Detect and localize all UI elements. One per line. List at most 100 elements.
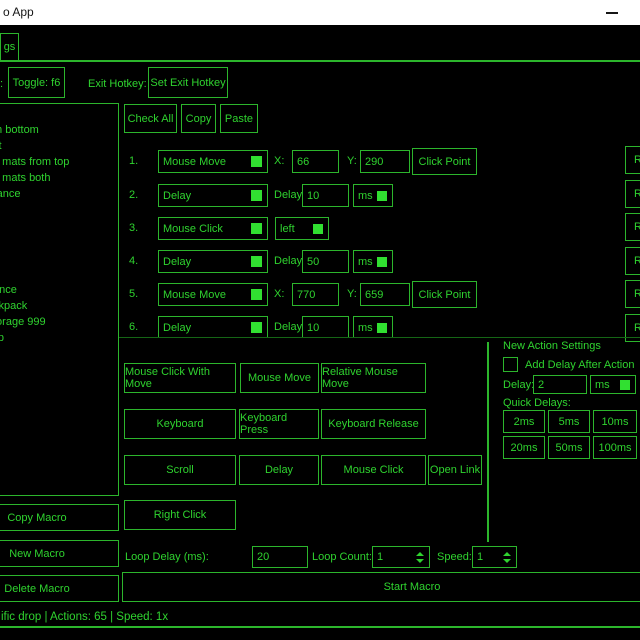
delay-button[interactable]: Delay — [239, 455, 319, 485]
nas-delay-input[interactable]: 2 — [533, 375, 587, 394]
dropdown-indicator-icon — [251, 289, 262, 300]
copy-macro-button[interactable]: Copy Macro — [0, 504, 119, 531]
delay-label: Delay — [274, 321, 302, 333]
remove-action-button[interactable]: R — [625, 280, 640, 308]
paste-label: Paste — [225, 113, 253, 125]
nas-delay-label: Delay: — [503, 379, 534, 391]
right-click-button[interactable]: Right Click — [124, 500, 236, 530]
action-type-dropdown[interactable]: Delay — [158, 184, 268, 207]
macro-list-item[interactable] — [0, 250, 105, 266]
nas-unit-dropdown[interactable]: ms — [590, 375, 636, 394]
mouse-move-button[interactable]: Mouse Move — [240, 363, 319, 393]
macro-list-item[interactable]: s — [0, 266, 105, 282]
relative-mouse-move-label: Relative Mouse Move — [322, 366, 425, 390]
toggle-hotkey-button[interactable]: Toggle: f6 — [8, 67, 65, 98]
set-exit-hotkey-button[interactable]: Set Exit Hotkey — [148, 67, 228, 98]
remove-action-button[interactable]: R — [625, 247, 640, 275]
x-input[interactable]: 770 — [292, 283, 339, 306]
quick-delay-50ms-button[interactable]: 50ms — [548, 436, 590, 459]
delay-input[interactable]: 50 — [302, 250, 349, 273]
action-type-dropdown[interactable]: Delay — [158, 250, 268, 273]
action-type-dropdown[interactable]: Delay — [158, 316, 268, 338]
open-link-button[interactable]: Open Link — [428, 455, 482, 485]
macro-list-item[interactable] — [0, 202, 105, 218]
quick-delay-10ms-button[interactable]: 10ms — [593, 410, 637, 433]
macro-list-item[interactable]: st — [0, 138, 105, 154]
x-input[interactable]: 66 — [292, 150, 339, 173]
quick-delay-label: 100ms — [598, 442, 631, 454]
click-point-button[interactable]: Click Point — [412, 281, 477, 308]
remove-action-button[interactable]: R — [625, 180, 640, 208]
open-link-label: Open Link — [430, 464, 480, 476]
x-label: X: — [274, 155, 284, 167]
quick-delay-label: 2ms — [514, 416, 535, 428]
start-macro-label: Start Macro — [384, 581, 441, 593]
unit-dropdown[interactable]: ms — [353, 184, 393, 207]
dropdown-indicator-icon — [377, 191, 387, 201]
remove-label: R — [634, 154, 640, 166]
add-delay-checkbox[interactable] — [503, 357, 518, 372]
keyboard-press-button[interactable]: Keyboard Press — [239, 409, 319, 439]
action-type-value: Delay — [163, 322, 191, 334]
macro-list-item[interactable]: rance — [0, 186, 105, 202]
macro-list-item[interactable] — [0, 234, 105, 250]
scroll-button[interactable]: Scroll — [124, 455, 236, 485]
dropdown-indicator-icon — [251, 156, 262, 167]
quick-delay-100ms-button[interactable]: 100ms — [593, 436, 637, 459]
spinner-arrows-icon[interactable] — [503, 547, 511, 567]
y-value: 290 — [365, 156, 383, 168]
click-point-button[interactable]: Click Point — [412, 148, 477, 175]
nas-unit-value: ms — [595, 379, 610, 391]
delay-input[interactable]: 10 — [302, 316, 349, 338]
relative-mouse-move-button[interactable]: Relative Mouse Move — [321, 363, 426, 393]
macro-list-item[interactable]: g mats from top — [0, 154, 105, 170]
paste-button[interactable]: Paste — [220, 104, 258, 133]
remove-action-button[interactable]: R — [625, 213, 640, 241]
macro-list-item[interactable] — [0, 106, 105, 122]
action-type-value: Mouse Move — [163, 156, 226, 168]
quick-delay-2ms-button[interactable]: 2ms — [503, 410, 545, 433]
click-point-label: Click Point — [419, 156, 471, 168]
action-type-dropdown[interactable]: Mouse Click — [158, 217, 268, 240]
macro-list-item[interactable]: lip — [0, 330, 105, 346]
quick-delay-5ms-button[interactable]: 5ms — [548, 410, 590, 433]
keyboard-release-button[interactable]: Keyboard Release — [321, 409, 426, 439]
delay-value: 10 — [307, 190, 319, 202]
delay-input[interactable]: 10 — [302, 184, 349, 207]
action-row-number: 3. — [129, 222, 138, 234]
y-input[interactable]: 659 — [360, 283, 410, 306]
dropdown-indicator-icon — [377, 323, 387, 333]
mouse-button-dropdown[interactable]: left — [275, 217, 329, 240]
macro-list-item[interactable]: g mats both — [0, 170, 105, 186]
macro-list[interactable]: m bottom st g mats from top g mats both … — [0, 103, 119, 496]
unit-dropdown[interactable]: ms — [353, 250, 393, 273]
new-macro-button[interactable]: New Macro — [0, 540, 119, 567]
add-delay-label: Add Delay After Action — [525, 359, 634, 371]
unit-dropdown[interactable]: ms — [353, 316, 393, 338]
macro-list-item[interactable]: torage 999 — [0, 314, 105, 330]
macro-list-item[interactable]: ance — [0, 282, 105, 298]
speed-spinner[interactable]: 1 — [472, 546, 517, 568]
quick-delays-label: Quick Delays: — [503, 397, 571, 409]
delete-macro-button[interactable]: Delete Macro — [0, 575, 119, 602]
action-type-dropdown[interactable]: Mouse Move — [158, 150, 268, 173]
remove-action-button[interactable]: R — [625, 146, 640, 174]
keyboard-button[interactable]: Keyboard — [124, 409, 236, 439]
loop-count-spinner[interactable]: 1 — [372, 546, 430, 568]
macro-list-item[interactable]: ckpack — [0, 298, 105, 314]
loop-delay-input[interactable]: 20 — [252, 546, 308, 568]
macro-list-item[interactable] — [0, 218, 105, 234]
tab-settings[interactable]: gs — [0, 33, 19, 61]
mouse-click-with-move-button[interactable]: Mouse Click With Move — [124, 363, 236, 393]
start-macro-button[interactable]: Start Macro — [122, 572, 640, 602]
minimize-icon[interactable] — [606, 12, 618, 14]
y-input[interactable]: 290 — [360, 150, 410, 173]
macro-list-item[interactable]: m bottom — [0, 122, 105, 138]
mouse-click-button[interactable]: Mouse Click — [321, 455, 426, 485]
x-value: 770 — [297, 289, 315, 301]
check-all-button[interactable]: Check All — [124, 104, 177, 133]
action-type-dropdown[interactable]: Mouse Move — [158, 283, 268, 306]
spinner-arrows-icon[interactable] — [416, 547, 424, 567]
quick-delay-20ms-button[interactable]: 20ms — [503, 436, 545, 459]
copy-button[interactable]: Copy — [181, 104, 216, 133]
